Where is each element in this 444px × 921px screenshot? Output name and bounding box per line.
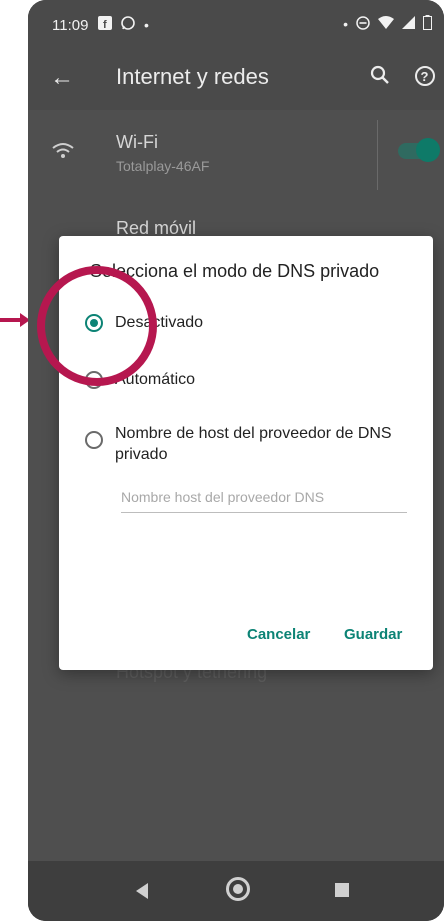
help-icon[interactable]: ?	[414, 65, 436, 92]
page-title: Internet y redes	[116, 64, 269, 89]
signal-icon	[402, 16, 415, 32]
search-icon[interactable]	[370, 65, 390, 90]
nav-recents-icon[interactable]	[335, 883, 349, 897]
option-hostname[interactable]: Nombre de host del proveedor de DNS priv…	[85, 423, 395, 465]
cancel-button[interactable]: Cancelar	[247, 626, 310, 643]
nav-back-icon[interactable]	[136, 883, 148, 899]
dns-hostname-input[interactable]	[121, 482, 407, 513]
annotation-highlight-circle	[37, 266, 157, 386]
status-bar: 11:09 f • •	[28, 0, 444, 50]
wifi-icon	[52, 142, 74, 166]
settings-screen: 11:09 f • • ← Internet y redes ? Wi-Fi T…	[28, 0, 444, 921]
dot-icon: •	[144, 16, 149, 33]
back-arrow-icon[interactable]: ←	[50, 64, 74, 92]
app-bar: ← Internet y redes ?	[28, 50, 444, 110]
wifi-toggle-thumb[interactable]	[416, 138, 440, 162]
radio-hostname[interactable]	[85, 431, 103, 449]
facebook-icon: f	[98, 16, 112, 33]
battery-icon	[423, 15, 432, 33]
wifi-icon	[378, 16, 394, 32]
status-left-icons: f •	[98, 15, 149, 34]
wifi-setting-row[interactable]: Wi-Fi Totalplay-46AF	[28, 120, 444, 190]
nav-home-icon[interactable]	[226, 877, 250, 901]
phone-frame: 11:09 f • • ← Internet y redes ? Wi-Fi T…	[28, 0, 444, 921]
svg-text:?: ?	[421, 69, 429, 84]
dot-icon: •	[343, 16, 348, 32]
navigation-bar	[28, 861, 444, 921]
svg-text:f: f	[103, 19, 107, 30]
option-hostname-label[interactable]: Nombre de host del proveedor de DNS priv…	[115, 423, 395, 465]
annotation-arrow	[0, 313, 30, 327]
wifi-title: Wi-Fi	[116, 132, 158, 152]
status-time: 11:09	[52, 17, 89, 34]
divider	[377, 120, 378, 190]
status-right-icons: •	[343, 15, 432, 33]
whatsapp-icon	[120, 15, 136, 34]
do-not-disturb-icon	[356, 15, 370, 33]
save-button[interactable]: Guardar	[344, 626, 402, 643]
wifi-network-name: Totalplay-46AF	[116, 158, 210, 174]
